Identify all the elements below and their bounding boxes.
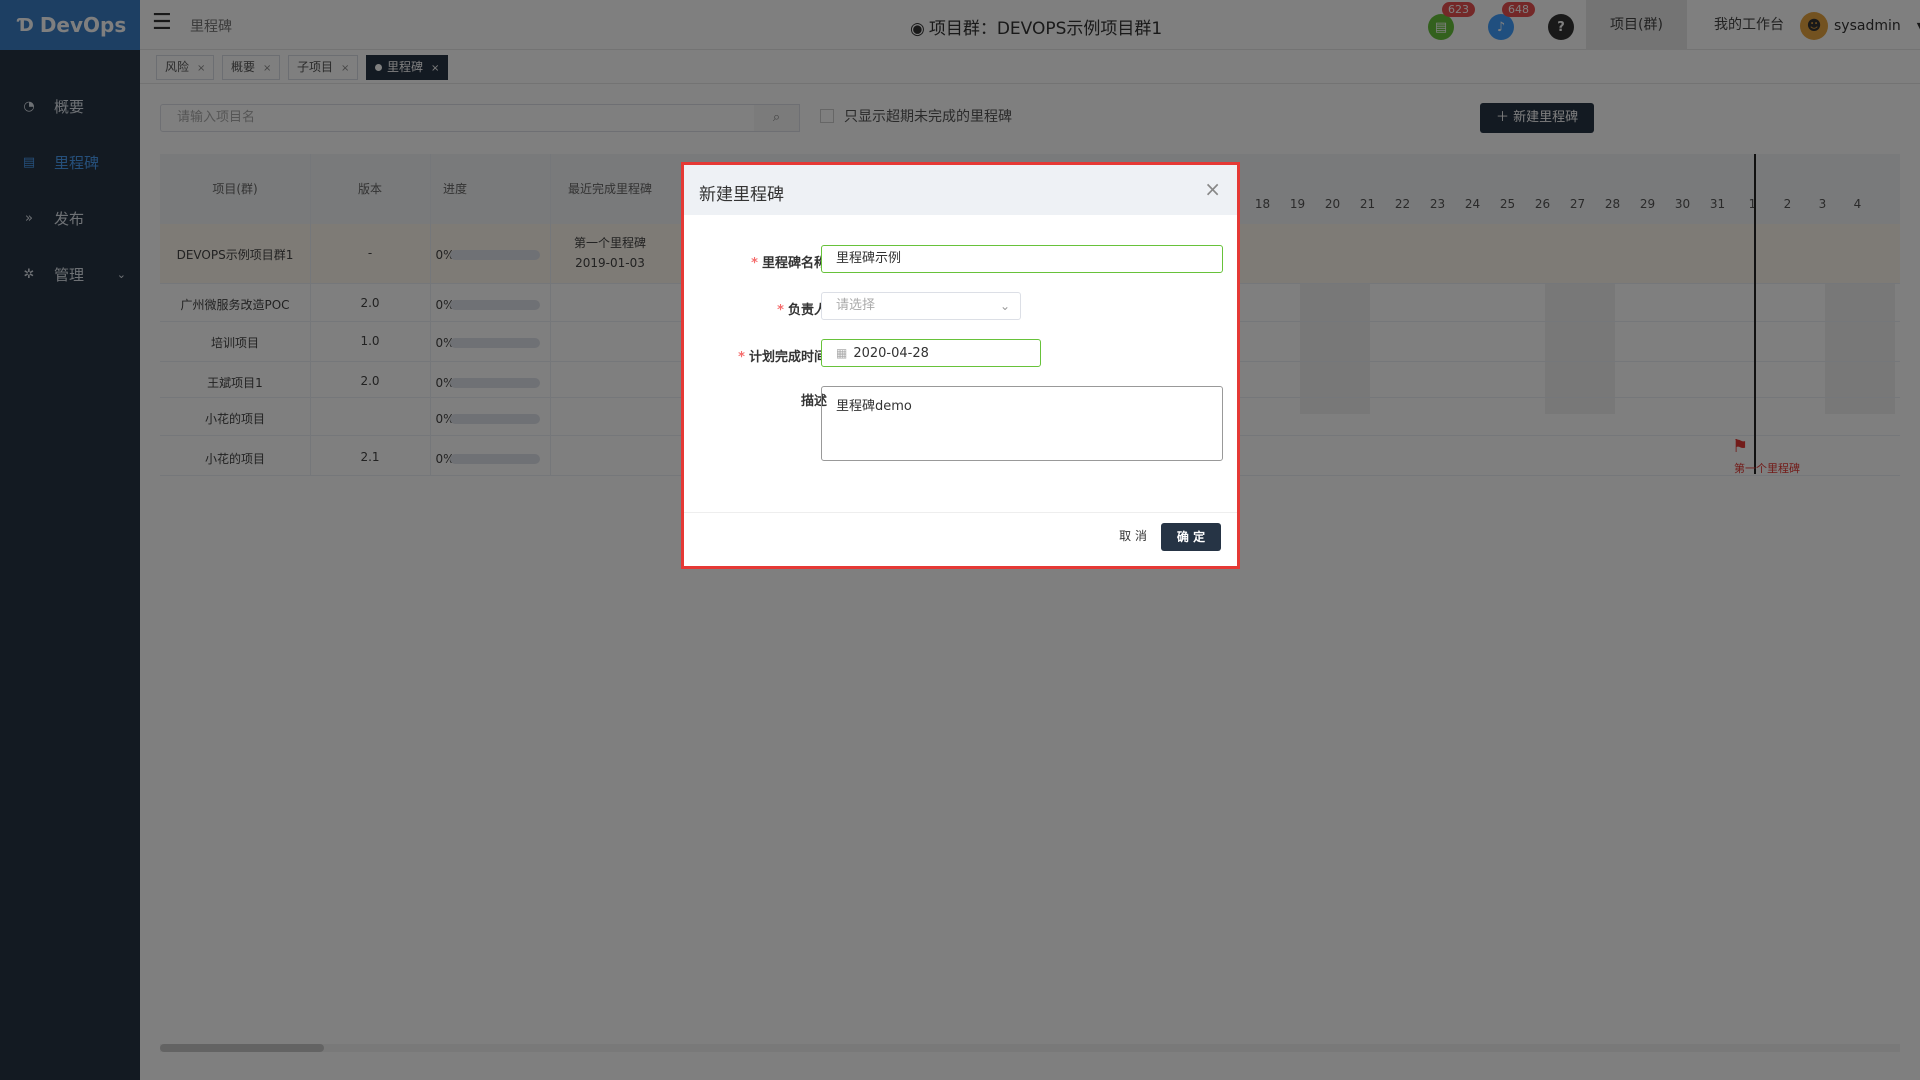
due-date-picker[interactable]: ▦ 2020-04-28: [821, 339, 1041, 367]
field-label: * 计划完成时间: [707, 346, 827, 365]
field-label: * 负责人: [707, 299, 827, 318]
confirm-button[interactable]: 确 定: [1161, 523, 1221, 551]
dialog-footer: 取 消 确 定: [684, 512, 1237, 566]
dialog-header: 新建里程碑 ×: [684, 165, 1237, 215]
milestone-name-input[interactable]: 里程碑示例: [821, 245, 1223, 273]
cancel-button[interactable]: 取 消: [1119, 527, 1147, 544]
chevron-down-icon: ⌄: [999, 299, 1010, 313]
select-placeholder: 请选择: [836, 298, 876, 313]
required-mark: *: [777, 303, 784, 318]
new-milestone-dialog: 新建里程碑 × * 里程碑名称 里程碑示例 * 负责人 请选择 ⌄ * 计划完成时间 …: [681, 162, 1240, 569]
description-textarea[interactable]: 里程碑demo: [821, 386, 1223, 461]
date-value: 2020-04-28: [853, 346, 929, 361]
required-mark: *: [751, 256, 758, 271]
required-mark: *: [738, 350, 745, 365]
owner-select[interactable]: 请选择 ⌄: [821, 292, 1021, 320]
dialog-title: 新建里程碑: [699, 185, 784, 205]
field-label-text: 计划完成时间: [748, 350, 827, 365]
calendar-icon: ▦: [836, 346, 848, 360]
field-label: 描述: [707, 390, 827, 409]
close-icon[interactable]: ×: [1204, 177, 1221, 201]
field-label: * 里程碑名称: [707, 252, 827, 271]
field-label-text: 里程碑名称: [761, 256, 827, 271]
